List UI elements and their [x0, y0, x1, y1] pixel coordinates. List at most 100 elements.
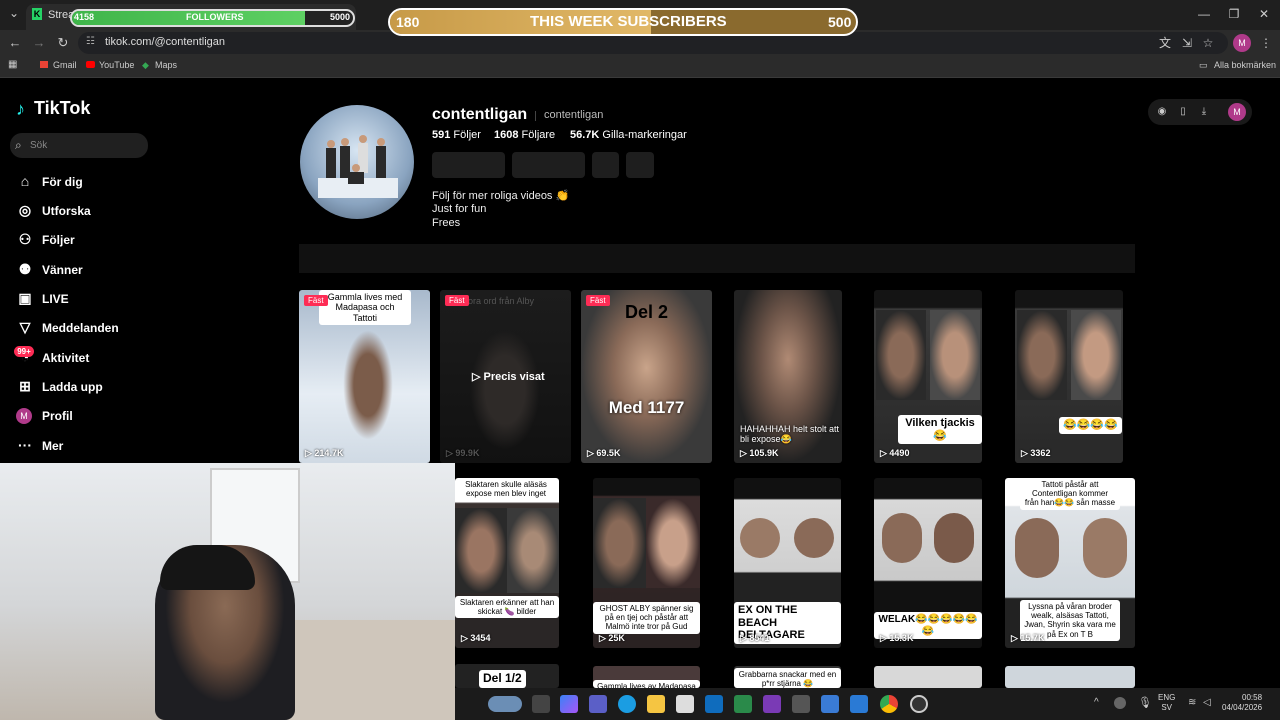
- followers-goal: 5000: [330, 12, 351, 22]
- live-icon: ▣: [18, 290, 32, 306]
- minimize-icon[interactable]: —: [1190, 4, 1218, 24]
- photos-icon[interactable]: [821, 695, 839, 713]
- clock[interactable]: 00:58 04/04/2026: [1222, 693, 1262, 713]
- video-thumbnail[interactable]: ora ord från Alby Fäst ▷ Precis visat ▷ …: [440, 290, 571, 463]
- bookmark-star-icon[interactable]: ☆: [1199, 34, 1217, 52]
- chrome-icon[interactable]: [880, 695, 898, 713]
- followers-label: Följare: [521, 129, 556, 141]
- video-thumbnail[interactable]: Gammla lives med Madapasa och Tattoti Fä…: [299, 290, 430, 463]
- app-icon[interactable]: [850, 695, 868, 713]
- sidebar-item-label: Aktivitet: [42, 351, 90, 365]
- task-view-icon[interactable]: [532, 695, 550, 713]
- microphone-icon[interactable]: 🎙: [1138, 696, 1152, 709]
- back-icon[interactable]: ←: [6, 34, 24, 52]
- video-thumbnail[interactable]: WELAK😂😂😂😂😂😂 ▷ 15.3K: [874, 478, 982, 648]
- url-text[interactable]: tikok.com/@contentligan: [105, 36, 225, 48]
- video-thumbnail[interactable]: Slaktaren skulle aläsäs expose men blev …: [455, 478, 559, 648]
- view-count-value: 99.9K: [455, 448, 480, 458]
- sidebar-item-for-you[interactable]: ⌂ För dig: [16, 172, 156, 194]
- video-subject: [455, 508, 507, 593]
- following-stat[interactable]: 591 Följer: [432, 129, 481, 141]
- edit-profile-button[interactable]: [432, 152, 505, 178]
- view-count-value: 15.7K: [1020, 633, 1045, 643]
- sidebar-item-label: Utforska: [42, 204, 91, 218]
- video-thumbnail[interactable]: Grabbarna snackar med en p*rr stjärna 😂: [734, 666, 841, 688]
- edge-icon[interactable]: [618, 695, 636, 713]
- video-thumbnail[interactable]: Gammla lives av Madapasa: [593, 666, 700, 688]
- download-icon[interactable]: ⤓: [1196, 104, 1212, 120]
- view-count: ▷ 214.7K: [305, 448, 344, 458]
- video-thumbnail[interactable]: Del 1/2: [455, 664, 559, 688]
- sidebar-item-upload[interactable]: ⊞ Ladda upp: [16, 377, 156, 399]
- browser-menu-icon[interactable]: ⋮: [1257, 34, 1275, 52]
- promote-button[interactable]: [512, 152, 585, 178]
- view-count: ▷ 4490: [880, 448, 910, 458]
- translate-icon[interactable]: 文: [1156, 34, 1174, 52]
- store-icon[interactable]: [676, 695, 694, 713]
- likes-stat: 56.7K Gilla-markeringar: [570, 129, 687, 141]
- video-thumbnail[interactable]: EX ON THE BEACH DELTAGARE ▷ 8541: [734, 478, 841, 648]
- video-thumbnail[interactable]: 😂😂😂😂 ▷ 3362: [1015, 290, 1123, 463]
- volume-icon[interactable]: ◁: [1203, 697, 1211, 708]
- language-indicator[interactable]: ENG SV: [1158, 693, 1175, 713]
- bookmark-youtube[interactable]: YouTube: [99, 60, 134, 70]
- language-primary: ENG: [1158, 693, 1176, 702]
- reload-icon[interactable]: ↻: [54, 34, 72, 52]
- followers-stat[interactable]: 1608 Följare: [494, 129, 555, 141]
- close-icon[interactable]: ✕: [1250, 4, 1278, 24]
- coin-icon[interactable]: ◉: [1154, 104, 1170, 120]
- bookmark-gmail[interactable]: Gmail: [53, 60, 77, 70]
- subscribers-goal: 500: [828, 14, 852, 30]
- apps-icon[interactable]: ▦: [8, 59, 17, 70]
- device-icon[interactable]: ▯: [1175, 104, 1191, 120]
- view-count: ▷ 8541: [740, 633, 770, 643]
- shield-icon[interactable]: [734, 695, 752, 713]
- install-app-icon[interactable]: ⇲: [1178, 34, 1196, 52]
- pinned-badge: Fäst: [445, 295, 469, 306]
- site-info-icon[interactable]: ☷: [86, 36, 95, 47]
- share-button[interactable]: [626, 152, 654, 178]
- maximize-icon[interactable]: ❐: [1220, 4, 1248, 24]
- file-explorer-icon[interactable]: [647, 695, 665, 713]
- search-icon: ⌕: [15, 138, 22, 152]
- tray-chevron-icon[interactable]: ^: [1094, 697, 1099, 708]
- sidebar-item-more[interactable]: ··· Mer: [16, 436, 156, 458]
- video-thumbnail[interactable]: Tattoti påstår att Contentligan kommer f…: [1005, 478, 1135, 648]
- widgets-icon[interactable]: [488, 696, 522, 712]
- likes-label: Gilla-markeringar: [602, 129, 687, 141]
- sidebar-item-friends[interactable]: ⚉ Vänner: [16, 260, 156, 282]
- sidebar-item-messages[interactable]: ▽ Meddelanden: [16, 318, 156, 340]
- video-caption: Vilken tjackis😂: [898, 415, 982, 445]
- bookmark-maps[interactable]: Maps: [155, 60, 177, 70]
- forward-icon[interactable]: →: [30, 34, 48, 52]
- obs-icon[interactable]: [910, 695, 928, 713]
- app-icon[interactable]: [792, 695, 810, 713]
- video-thumbnail[interactable]: HAHAHHAH helt stolt att bli expose😂 ▷ 10…: [734, 290, 842, 463]
- sidebar-item-explore[interactable]: ◎ Utforska: [16, 201, 156, 223]
- video-thumbnail[interactable]: Vilken tjackis😂 ▷ 4490: [874, 290, 982, 463]
- folder-icon: ▭: [1199, 60, 1208, 70]
- video-thumbnail[interactable]: [1005, 666, 1135, 688]
- tab-list-icon[interactable]: ⌄: [6, 6, 22, 22]
- all-bookmarks[interactable]: Alla bokmärken: [1214, 60, 1276, 70]
- sidebar-item-live[interactable]: ▣ LIVE: [16, 289, 156, 311]
- view-count-value: 105.9K: [749, 448, 779, 458]
- sidebar-item-following[interactable]: ⚇ Följer: [16, 230, 156, 252]
- account-avatar[interactable]: M: [1228, 103, 1246, 121]
- sidebar-item-profile[interactable]: Profil: [16, 406, 156, 428]
- tray-app-icon[interactable]: [1114, 697, 1126, 709]
- profile-tabs-bar[interactable]: [299, 244, 1135, 273]
- tiktok-logo[interactable]: TikTok: [34, 98, 90, 119]
- video-thumbnail[interactable]: [874, 666, 982, 688]
- app-icon[interactable]: [763, 695, 781, 713]
- wifi-icon[interactable]: ≋: [1188, 697, 1196, 708]
- copilot-icon[interactable]: [560, 695, 578, 713]
- view-count-value: 25K: [608, 633, 625, 643]
- mail-icon[interactable]: [705, 695, 723, 713]
- video-thumbnail[interactable]: GHOST ALBY spänner sig på en tjej och på…: [593, 478, 700, 648]
- browser-profile-avatar[interactable]: M: [1233, 34, 1251, 52]
- teams-icon[interactable]: [589, 695, 607, 713]
- settings-button[interactable]: [592, 152, 619, 178]
- video-thumbnail[interactable]: Del 2 Med 1177 Fäst ▷ 69.5K: [581, 290, 712, 463]
- sidebar-item-activity[interactable]: ◔ Aktivitet: [16, 348, 156, 370]
